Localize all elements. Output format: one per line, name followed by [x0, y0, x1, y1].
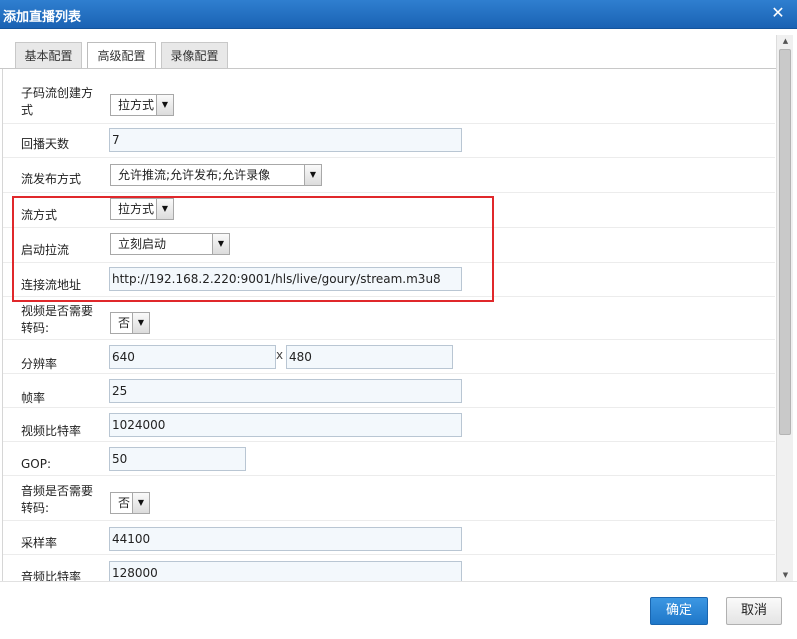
start-pull-label: 启动拉流: [21, 243, 70, 257]
scroll-up-icon[interactable]: ▲: [777, 35, 794, 47]
video-bitrate-label: 视频比特率: [21, 424, 82, 438]
close-icon[interactable]: ✕: [769, 4, 787, 22]
stream-mode-select[interactable]: 拉方式 ▼: [110, 198, 174, 220]
form-row-audio-bitrate: 音频比特率 128000: [3, 555, 775, 581]
audio-bitrate-input[interactable]: 128000: [109, 561, 462, 581]
publish-mode-label: 流发布方式: [21, 172, 82, 186]
form-row-audio-transcode: 音频是否需要转码: 否 ▼: [3, 476, 775, 521]
chevron-down-icon: ▼: [132, 493, 149, 513]
stream-mode-label: 流方式: [21, 208, 58, 222]
vertical-scrollbar[interactable]: ▲ ▼: [776, 35, 793, 581]
substream-mode-value: 拉方式: [118, 98, 155, 112]
chevron-down-icon: ▼: [156, 199, 173, 219]
dialog-titlebar: 添加直播列表 ✕: [0, 0, 797, 29]
form-row-video-transcode: 视频是否需要转码: 否 ▼: [3, 297, 775, 340]
audio-bitrate-label: 音频比特率: [21, 570, 82, 581]
gop-label: GOP:: [21, 457, 52, 471]
form-row-gop: GOP: 50: [3, 442, 775, 476]
publish-mode-select[interactable]: 允许推流;允许发布;允许录像 ▼: [110, 164, 322, 186]
framerate-label: 帧率: [21, 391, 46, 405]
form-row-start-pull: 启动拉流 立刻启动 ▼: [3, 228, 775, 263]
resolution-height-input[interactable]: 480: [286, 345, 453, 369]
sample-rate-input[interactable]: 44100: [109, 527, 462, 551]
gop-input[interactable]: 50: [109, 447, 246, 471]
scrollbar-thumb[interactable]: [779, 49, 791, 435]
ok-button[interactable]: 确定: [650, 597, 708, 625]
substream-mode-label: 子码流创建方式: [21, 86, 94, 117]
replay-days-label: 回播天数: [21, 137, 70, 151]
video-transcode-select[interactable]: 否 ▼: [110, 312, 150, 334]
chevron-down-icon: ▼: [304, 165, 321, 185]
tab-basic-config[interactable]: 基本配置: [15, 42, 82, 69]
framerate-input[interactable]: 25: [109, 379, 462, 403]
dialog-footer: 确定 取消: [0, 581, 797, 639]
resolution-separator: x: [276, 348, 284, 362]
video-bitrate-input[interactable]: 1024000: [109, 413, 462, 437]
form-row-stream-mode: 流方式 拉方式 ▼: [3, 193, 775, 228]
tab-advanced-config[interactable]: 高级配置: [87, 42, 156, 70]
replay-days-input[interactable]: 7: [109, 128, 462, 152]
form-row-publish-mode: 流发布方式 允许推流;允许发布;允许录像 ▼: [3, 158, 775, 193]
tab-bar: 基本配置 高级配置 录像配置: [0, 29, 797, 70]
form-row-video-bitrate: 视频比特率 1024000: [3, 408, 775, 442]
form-row-resolution: 分辨率 640 x 480: [3, 340, 775, 374]
resolution-width-input[interactable]: 640: [109, 345, 276, 369]
tab-recording-config[interactable]: 录像配置: [161, 42, 228, 69]
form-row-sample-rate: 采样率 44100: [3, 521, 775, 555]
form-row-substream-mode: 子码流创建方式 拉方式 ▼: [3, 69, 775, 124]
substream-mode-select[interactable]: 拉方式 ▼: [110, 94, 174, 116]
scroll-down-icon[interactable]: ▼: [777, 569, 794, 581]
start-pull-select[interactable]: 立刻启动 ▼: [110, 233, 230, 255]
stream-mode-value: 拉方式: [118, 202, 155, 216]
audio-transcode-select[interactable]: 否 ▼: [110, 492, 150, 514]
video-transcode-label: 视频是否需要转码:: [21, 304, 94, 335]
resolution-label: 分辨率: [21, 357, 58, 371]
publish-mode-value: 允许推流;允许发布;允许录像: [118, 168, 271, 182]
chevron-down-icon: ▼: [132, 313, 149, 333]
form-row-framerate: 帧率 25: [3, 374, 775, 408]
chevron-down-icon: ▼: [156, 95, 173, 115]
audio-transcode-label: 音频是否需要转码:: [21, 484, 94, 515]
audio-transcode-value: 否: [118, 496, 131, 510]
cancel-button[interactable]: 取消: [726, 597, 782, 625]
form-row-stream-url: 连接流地址 http://192.168.2.220:9001/hls/live…: [3, 263, 775, 297]
chevron-down-icon: ▼: [212, 234, 229, 254]
stream-url-input[interactable]: http://192.168.2.220:9001/hls/live/goury…: [109, 267, 462, 291]
sample-rate-label: 采样率: [21, 536, 58, 550]
video-transcode-value: 否: [118, 316, 131, 330]
advanced-config-panel: 子码流创建方式 拉方式 ▼ 回播天数 7 流发布方式 允许推流;允许发布;允许录…: [2, 69, 775, 581]
dialog-title: 添加直播列表: [3, 10, 82, 25]
start-pull-value: 立刻启动: [118, 237, 167, 251]
form-row-replay-days: 回播天数 7: [3, 124, 775, 158]
stream-url-label: 连接流地址: [21, 278, 82, 292]
